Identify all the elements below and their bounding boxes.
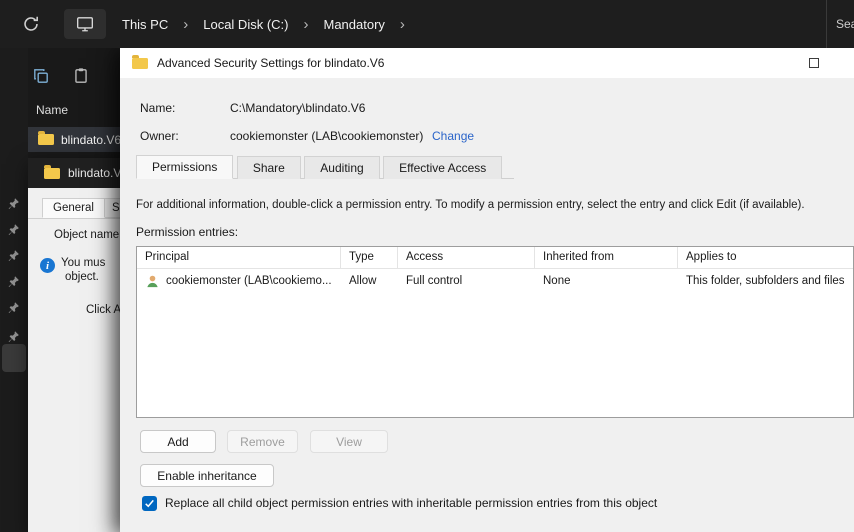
info-text-line2: object.: [65, 271, 99, 283]
pin-icon: [7, 223, 20, 236]
name-value: C:\Mandatory\blindato.V6: [230, 101, 366, 115]
user-icon: [145, 274, 160, 289]
tab-auditing[interactable]: Auditing: [304, 156, 380, 179]
enable-inheritance-button[interactable]: Enable inheritance: [140, 464, 274, 487]
info-icon: i: [40, 258, 55, 273]
column-header-type[interactable]: Type: [341, 247, 398, 269]
column-header-inherited-from[interactable]: Inherited from: [535, 247, 678, 269]
this-pc-icon[interactable]: [64, 9, 106, 39]
cell-inherited-from: None: [543, 275, 571, 287]
replace-child-row: Replace all child object permission entr…: [142, 496, 657, 511]
table-header-row: Principal Type Access Inherited from App…: [137, 247, 853, 269]
column-header-principal[interactable]: Principal: [137, 247, 341, 269]
search-input[interactable]: Sea: [826, 0, 854, 48]
pin-icon: [7, 249, 20, 262]
table-row[interactable]: cookiemonster (LAB\cookiemo... Allow Ful…: [137, 269, 853, 293]
remove-button[interactable]: Remove: [227, 430, 298, 453]
nav-rail: [0, 48, 28, 532]
tab-share[interactable]: Share: [236, 156, 301, 179]
refresh-icon[interactable]: [22, 15, 40, 33]
file-item-label: blindato.V6: [61, 132, 120, 147]
folder-icon: [38, 131, 54, 145]
maximize-button[interactable]: [800, 53, 828, 73]
info-text-line1: You mus: [61, 257, 106, 269]
pin-icon: [7, 330, 20, 343]
security-titlebar[interactable]: Advanced Security Settings for blindato.…: [120, 48, 854, 78]
paste-icon[interactable]: [72, 67, 90, 85]
change-owner-link[interactable]: Change: [432, 129, 474, 143]
file-item-blindato[interactable]: blindato.V6: [28, 127, 120, 152]
owner-label: Owner:: [140, 129, 179, 143]
object-name-label: Object name:: [54, 229, 123, 241]
pin-icon: [7, 275, 20, 288]
breadcrumb: This PC › Local Disk (C:) › Mandatory ›: [116, 0, 414, 48]
copy-icon[interactable]: [32, 67, 50, 85]
pin-icon: [7, 301, 20, 314]
cell-principal: cookiemonster (LAB\cookiemo...: [166, 275, 332, 287]
view-button[interactable]: View: [310, 430, 388, 453]
replace-child-checkbox[interactable]: [142, 496, 157, 511]
permission-entries-table: Principal Type Access Inherited from App…: [136, 246, 854, 418]
advanced-security-dialog: Advanced Security Settings for blindato.…: [120, 48, 854, 532]
tab-permissions[interactable]: Permissions: [136, 155, 234, 179]
rail-selected-slot[interactable]: [2, 344, 26, 372]
security-dialog-title: Advanced Security Settings for blindato.…: [157, 56, 385, 70]
column-header-applies-to[interactable]: Applies to: [678, 247, 853, 269]
add-button[interactable]: Add: [140, 430, 216, 453]
cell-access: Full control: [406, 275, 463, 287]
folder-icon: [44, 164, 60, 179]
tab-general[interactable]: General: [42, 198, 105, 218]
cell-applies-to: This folder, subfolders and files: [686, 275, 845, 287]
name-label: Name:: [140, 101, 176, 115]
column-header-access[interactable]: Access: [398, 247, 535, 269]
chevron-right-icon[interactable]: ›: [174, 17, 197, 32]
owner-value: cookiemonster (LAB\cookiemonster): [230, 129, 424, 143]
name-column-header[interactable]: Name: [36, 103, 68, 117]
chevron-right-icon[interactable]: ›: [294, 17, 317, 32]
maximize-icon: [809, 58, 819, 68]
chevron-right-icon[interactable]: ›: [391, 17, 414, 32]
breadcrumb-item-local-disk[interactable]: Local Disk (C:): [197, 13, 294, 36]
explorer-topbar: This PC › Local Disk (C:) › Mandatory › …: [0, 0, 854, 48]
properties-title: blindato.V: [68, 166, 122, 180]
security-tabstrip: Permissions Share Auditing Effective Acc…: [136, 155, 514, 179]
folder-icon: [132, 54, 148, 69]
search-text: Sea: [836, 17, 854, 31]
breadcrumb-item-this-pc[interactable]: This PC: [116, 13, 174, 36]
screen: This PC › Local Disk (C:) › Mandatory › …: [0, 0, 854, 532]
cell-type: Allow: [349, 275, 377, 287]
pin-icon: [7, 197, 20, 210]
permission-entries-label: Permission entries:: [136, 225, 239, 239]
replace-child-label: Replace all child object permission entr…: [165, 496, 658, 510]
breadcrumb-item-mandatory[interactable]: Mandatory: [317, 13, 390, 36]
permissions-description: For additional information, double-click…: [136, 199, 805, 211]
tab-effective-access[interactable]: Effective Access: [383, 156, 503, 179]
